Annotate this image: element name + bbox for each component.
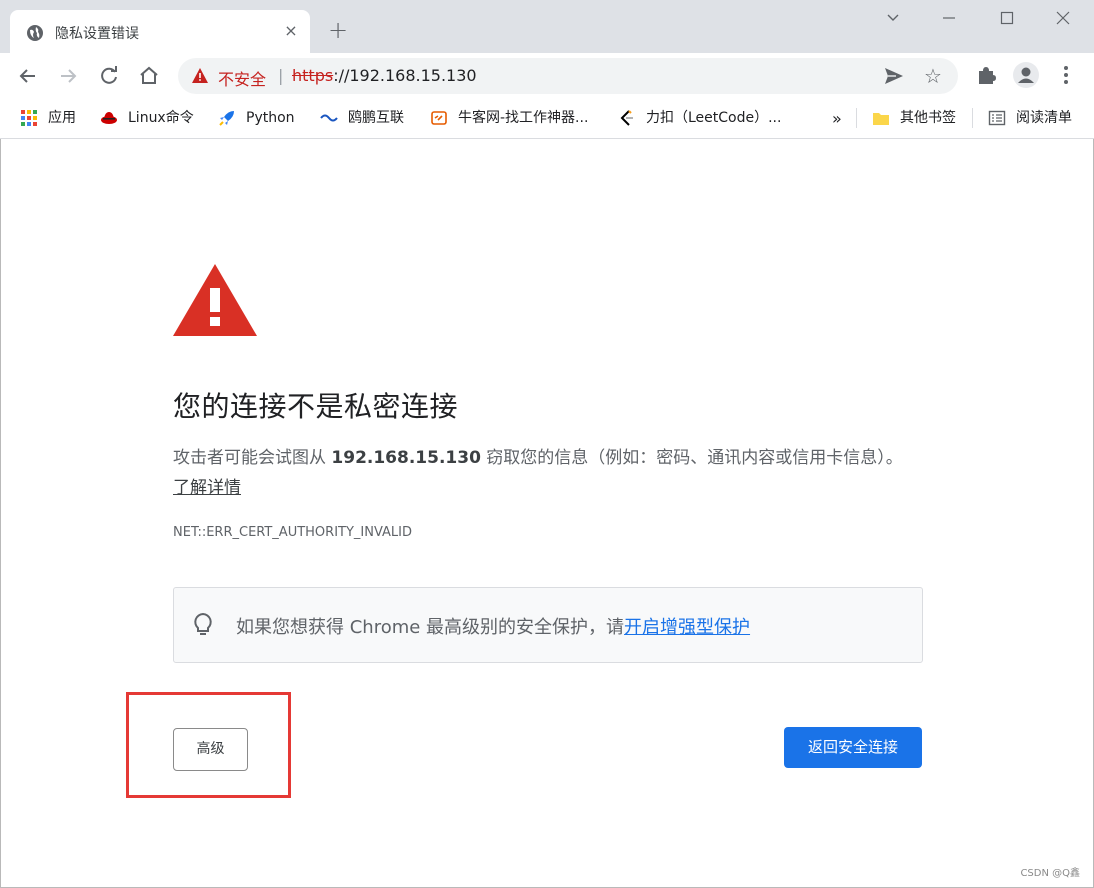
- warning-icon: [192, 68, 208, 83]
- watermark: CSDN @Q鑫: [1020, 868, 1080, 879]
- bookmark-label: 应用: [48, 110, 76, 126]
- bookmarks-divider: [856, 108, 857, 128]
- globe-icon: [27, 25, 43, 41]
- not-secure-label[interactable]: 不安全: [218, 66, 266, 90]
- maximize-button[interactable]: [984, 6, 1030, 34]
- leetcode-icon: [620, 110, 633, 126]
- nowcoder-icon: [431, 111, 447, 125]
- folder-icon: [873, 113, 889, 125]
- close-window-button[interactable]: [1040, 6, 1086, 34]
- apps-grid-icon: [21, 110, 37, 126]
- interstitial-page: 您的连接不是私密连接 攻击者可能会试图从 192.168.15.130 窃取您的…: [0, 139, 1094, 887]
- bookmark-star-icon[interactable]: ☆: [924, 64, 942, 88]
- reading-list-icon: [988, 110, 1006, 126]
- danger-warning-icon: [173, 264, 257, 336]
- omnibox-separator: |: [278, 66, 284, 85]
- bookmarks-bar: 应用 Linux命令 Python 鸥鹏互联 牛客网-找工作神器... 力扣（L…: [0, 100, 1094, 139]
- more-menu-icon[interactable]: [1054, 63, 1078, 87]
- send-icon[interactable]: [884, 67, 904, 85]
- address-bar[interactable]: 不安全 | https://192.168.15.130 ☆: [178, 58, 958, 94]
- url-scheme: https: [292, 66, 334, 85]
- desc-suffix: 窃取您的信息（例如：密码、通讯内容或信用卡信息）。: [480, 448, 903, 468]
- reload-icon[interactable]: [96, 63, 122, 89]
- redhat-icon: [101, 112, 117, 124]
- chevron-down-icon: [887, 14, 899, 21]
- minimize-button[interactable]: [926, 6, 972, 34]
- error-description: 攻击者可能会试图从 192.168.15.130 窃取您的信息（例如：密码、通讯…: [173, 443, 913, 503]
- bookmark-label: 其他书签: [900, 110, 956, 126]
- enhanced-protection-banner: 如果您想获得 Chrome 最高级别的安全保护，请开启增强型保护: [173, 587, 923, 663]
- bookmark-label: 牛客网-找工作神器...: [458, 110, 589, 126]
- rocket-icon: [219, 111, 234, 126]
- close-icon: [1056, 11, 1070, 25]
- url-text[interactable]: https://192.168.15.130: [292, 66, 477, 85]
- bookmark-label: Python: [246, 110, 295, 126]
- home-icon[interactable]: [136, 63, 162, 89]
- desc-prefix: 攻击者可能会试图从: [173, 448, 332, 468]
- site-icon: [320, 114, 338, 122]
- bookmark-label: 力扣（LeetCode）...: [646, 110, 782, 126]
- page-title: 您的连接不是私密连接: [173, 390, 459, 423]
- error-code: NET::ERR_CERT_AUTHORITY_INVALID: [173, 525, 413, 540]
- tab-close-icon[interactable]: ×: [282, 22, 300, 40]
- tab-privacy-error[interactable]: 隐私设置错误 ×: [10, 10, 310, 53]
- tab-title: 隐私设置错误: [55, 26, 139, 42]
- extensions-puzzle-icon[interactable]: [974, 63, 998, 87]
- bookmark-label: 阅读清单: [1016, 110, 1072, 126]
- minimize-icon: [943, 17, 955, 19]
- tab-strip: 隐私设置错误 × +: [0, 0, 1094, 53]
- enable-enhanced-protection-link[interactable]: 开启增强型保护: [624, 617, 750, 638]
- forward-arrow-icon[interactable]: [55, 63, 81, 89]
- bookmark-label: 鸥鹏互联: [348, 110, 404, 126]
- new-tab-button[interactable]: +: [326, 18, 350, 42]
- bookmarks-divider: [972, 108, 973, 128]
- toolbar: 不安全 | https://192.168.15.130 ☆: [0, 53, 1094, 100]
- back-to-safety-button[interactable]: 返回安全连接: [784, 727, 922, 768]
- enhanced-text: 如果您想获得 Chrome 最高级别的安全保护，请: [236, 617, 625, 638]
- bookmark-label: Linux命令: [128, 110, 194, 126]
- profile-avatar-icon[interactable]: [1012, 61, 1040, 89]
- bookmarks-overflow-button[interactable]: »: [832, 109, 842, 129]
- url-host: ://192.168.15.130: [333, 66, 477, 85]
- host-name: 192.168.15.130: [331, 448, 481, 468]
- back-arrow-icon[interactable]: [15, 63, 41, 89]
- maximize-icon: [1000, 11, 1014, 25]
- annotation-highlight-box: [126, 692, 291, 798]
- tab-search-button[interactable]: [870, 6, 916, 34]
- enhanced-protection-text: 如果您想获得 Chrome 最高级别的安全保护，请开启增强型保护: [236, 613, 750, 639]
- learn-more-link[interactable]: 了解详情: [173, 478, 241, 498]
- lightbulb-icon: [194, 612, 212, 635]
